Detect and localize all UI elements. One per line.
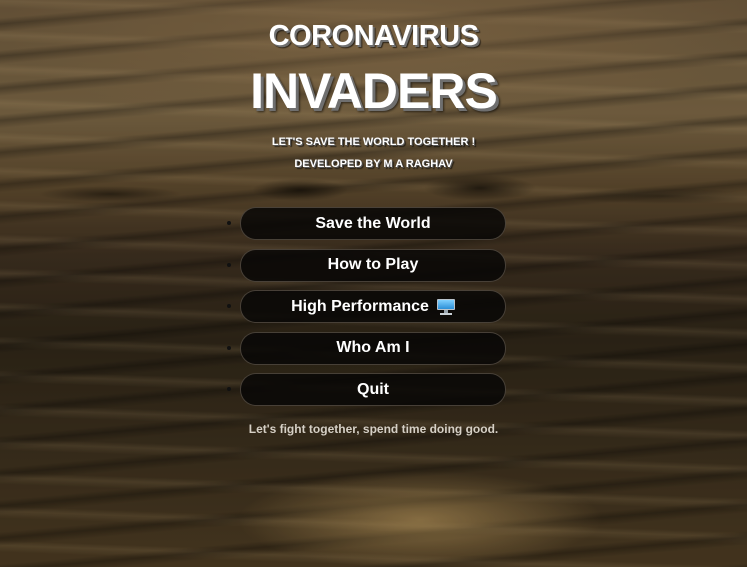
list-bullet (227, 304, 231, 308)
save-the-world-button[interactable]: Save the World (240, 207, 506, 240)
save-the-world-label: Save the World (315, 214, 431, 232)
main-menu: Save the World How to Play High Performa… (0, 207, 747, 415)
high-performance-button[interactable]: High Performance (240, 290, 506, 323)
game-title-line1: CORONAVIRUS (268, 20, 479, 52)
who-am-i-label: Who Am I (336, 339, 410, 356)
quit-button[interactable]: Quit (240, 373, 506, 406)
high-performance-label: High Performance (291, 297, 429, 315)
list-bullet (227, 345, 231, 350)
game-title-line2: INVADERS (250, 63, 498, 119)
menu-item-how-to-play: How to Play (0, 248, 747, 282)
main-menu-screen: CORONAVIRUS INVADERS LET'S SAVE THE WORL… (0, 0, 747, 567)
list-bullet (227, 387, 231, 391)
list-bullet (227, 221, 231, 225)
menu-item-save-the-world: Save the World (0, 207, 747, 240)
footer-motto: Let's fight together, spend time doing g… (248, 422, 499, 436)
menu-item-quit: Quit (0, 373, 747, 406)
quit-label: Quit (357, 380, 389, 398)
developer-credit: DEVELOPED BY M A RAGHAV (294, 158, 453, 170)
list-bullet (227, 262, 231, 267)
who-am-i-button[interactable]: Who Am I (240, 331, 506, 365)
menu-item-high-performance: High Performance (0, 290, 747, 323)
how-to-play-button[interactable]: How to Play (240, 248, 506, 282)
menu-item-who-am-i: Who Am I (0, 331, 747, 365)
how-to-play-label: How to Play (327, 256, 419, 273)
tagline: LET'S SAVE THE WORLD TOGETHER ! (271, 136, 476, 148)
desktop-monitor-icon (436, 298, 455, 315)
